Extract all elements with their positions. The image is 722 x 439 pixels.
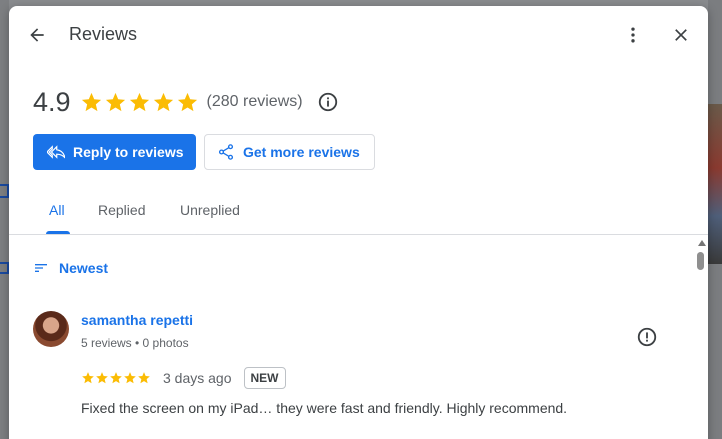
review-stars: [81, 371, 151, 385]
dialog-title: Reviews: [69, 24, 138, 44]
average-rating: 4.9: [33, 86, 71, 117]
get-more-reviews-button[interactable]: Get more reviews: [204, 134, 375, 170]
rating-stars: [80, 91, 199, 114]
avatar[interactable]: [33, 311, 69, 347]
rating-summary: 4.9 (280 reviews): [33, 86, 339, 118]
star-icon: [153, 92, 173, 111]
reply-all-icon: [47, 145, 65, 159]
star-icon: [105, 92, 125, 111]
reply-to-reviews-button[interactable]: Reply to reviews: [33, 134, 196, 170]
action-buttons: Reply to reviews Get more reviews: [33, 134, 375, 170]
dialog-header: Reviews: [9, 6, 708, 62]
star-icon: [110, 372, 122, 384]
scrollbar[interactable]: [695, 238, 708, 439]
active-tab-indicator: [46, 231, 70, 234]
sort-icon: [35, 264, 47, 272]
new-badge: NEW: [243, 367, 286, 389]
info-icon[interactable]: [317, 91, 339, 113]
reviews-dialog: Reviews 4.9 (280 reviews) Reply to revie…: [9, 6, 708, 439]
tab-all[interactable]: All: [49, 202, 65, 218]
sort-label: Newest: [59, 260, 109, 276]
review-tabs: All Replied Unreplied: [9, 192, 708, 235]
sort-dropdown[interactable]: Newest: [33, 260, 108, 276]
get-more-reviews-label: Get more reviews: [243, 144, 360, 160]
back-button[interactable]: [23, 21, 51, 49]
tab-replied[interactable]: Replied: [98, 202, 145, 218]
background-left-strip: [0, 0, 9, 439]
close-icon: [675, 29, 687, 41]
star-icon: [82, 372, 94, 384]
more-vert-icon: [631, 27, 635, 43]
review-rating-row: 3 days ago NEW: [81, 367, 286, 389]
star-icon: [81, 92, 101, 111]
reply-to-reviews-label: Reply to reviews: [73, 144, 184, 160]
tab-unreplied[interactable]: Unreplied: [180, 202, 240, 218]
background-icon: [0, 262, 9, 274]
share-icon: [218, 144, 234, 160]
star-icon: [129, 92, 149, 111]
review-count: (280 reviews): [206, 93, 303, 110]
background-photo: [708, 104, 722, 264]
star-icon: [96, 372, 108, 384]
arrow-left-icon: [30, 28, 44, 42]
reviewer-meta: 5 reviews • 0 photos: [81, 336, 189, 350]
scroll-thumb[interactable]: [697, 252, 704, 270]
report-icon[interactable]: [636, 326, 658, 348]
background-icon: [0, 184, 9, 198]
star-icon: [138, 372, 150, 384]
review-text: Fixed the screen on my iPad… they were f…: [81, 400, 568, 416]
star-icon: [124, 372, 136, 384]
background-right-strip: [708, 0, 722, 439]
review-date: 3 days ago: [163, 370, 232, 386]
more-options-button[interactable]: [619, 21, 647, 49]
close-button[interactable]: [667, 21, 695, 49]
scroll-up-arrow[interactable]: [698, 240, 706, 246]
reviewer-name[interactable]: samantha repetti: [81, 312, 193, 328]
star-icon: [177, 92, 197, 111]
